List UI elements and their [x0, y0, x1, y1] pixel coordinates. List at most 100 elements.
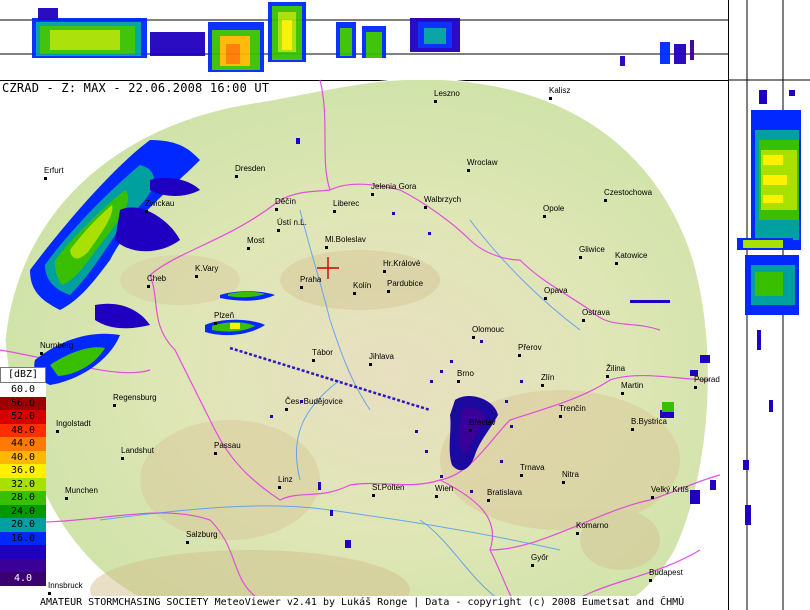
- top-cross-section-panel: [0, 0, 728, 81]
- city-label: Tábor: [312, 348, 333, 357]
- city-label: Wien: [435, 484, 454, 493]
- city-label: Linz: [278, 475, 293, 484]
- city-marker-icon: [195, 275, 198, 278]
- city-marker-icon: [278, 486, 281, 489]
- city-marker-icon: [65, 497, 68, 500]
- city-marker-icon: [372, 494, 375, 497]
- city-marker-icon: [333, 210, 336, 213]
- city-label: Wroclaw: [467, 158, 498, 167]
- city-marker-icon: [285, 408, 288, 411]
- city-marker-icon: [383, 270, 386, 273]
- city-label: Győr: [531, 553, 549, 562]
- city-marker-icon: [549, 97, 552, 100]
- legend-item: 36.0: [0, 464, 46, 478]
- legend-item: 8.0: [0, 558, 46, 572]
- city-label: Komarno: [576, 521, 609, 530]
- city-marker-icon: [649, 579, 652, 582]
- city-label: Ingolstadt: [56, 419, 91, 428]
- city-label: Děčín: [275, 197, 296, 206]
- city-label: Plzeň: [214, 311, 235, 320]
- city-label: Opole: [543, 204, 565, 213]
- legend-item: 44.0: [0, 437, 46, 451]
- city-marker-icon: [312, 359, 315, 362]
- city-marker-icon: [277, 229, 280, 232]
- city-label: Nurnberg: [40, 341, 74, 350]
- city-label: Olomouc: [472, 325, 505, 334]
- city-marker-icon: [531, 564, 534, 567]
- city-label: Zwickau: [145, 199, 175, 208]
- city-marker-icon: [562, 481, 565, 484]
- city-label: Walbrzych: [424, 195, 462, 204]
- city-marker-icon: [325, 246, 328, 249]
- legend-item: 12.0: [0, 545, 46, 559]
- city-marker-icon: [147, 285, 150, 288]
- city-label: Jihlava: [369, 352, 394, 361]
- city-label: Gliwice: [579, 245, 605, 254]
- city-label: Velký Krtíš: [651, 485, 689, 494]
- legend-item: 56.0: [0, 396, 46, 410]
- city-label: B.Bystrica: [631, 417, 668, 426]
- city-label: Ústí n.L.: [277, 218, 307, 227]
- city-label: Nitra: [562, 470, 579, 479]
- city-marker-icon: [44, 177, 47, 180]
- city-label: Opava: [544, 286, 568, 295]
- legend-item: 52.0: [0, 410, 46, 424]
- city-marker-icon: [56, 430, 59, 433]
- city-marker-icon: [487, 499, 490, 502]
- city-label: Czestochowa: [604, 188, 653, 197]
- legend-item: 16.0: [0, 531, 46, 545]
- city-marker-icon: [435, 495, 438, 498]
- city-marker-icon: [214, 452, 217, 455]
- city-label: Dresden: [235, 164, 266, 173]
- city-marker-icon: [113, 404, 116, 407]
- city-label: St.Polten: [372, 483, 405, 492]
- city-marker-icon: [631, 428, 634, 431]
- legend-item: 48.0: [0, 423, 46, 437]
- city-label: Ostrava: [582, 308, 611, 317]
- city-label: Budapest: [649, 568, 683, 577]
- radar-site-crosshair-icon: [317, 257, 339, 279]
- city-marker-icon: [40, 352, 43, 355]
- city-label: Jelenia Gora: [371, 182, 417, 191]
- city-marker-icon: [518, 354, 521, 357]
- city-marker-icon: [235, 175, 238, 178]
- city-marker-icon: [579, 256, 582, 259]
- city-label: Leszno: [434, 89, 460, 98]
- city-marker-icon: [520, 474, 523, 477]
- radar-map[interactable]: [0, 80, 728, 610]
- radar-viewer: Leszno Kalisz Erfurt Dresden Wroclaw Jelenia …: [0, 0, 810, 610]
- city-marker-icon: [544, 297, 547, 300]
- echo-bbystrica: [662, 402, 674, 412]
- city-marker-icon: [467, 169, 470, 172]
- city-label: Passau: [214, 441, 241, 450]
- city-marker-icon: [275, 208, 278, 211]
- city-marker-icon: [214, 322, 217, 325]
- city-label: Trnava: [520, 463, 545, 472]
- legend-item: 24.0: [0, 504, 46, 518]
- city-marker-icon: [621, 392, 624, 395]
- city-marker-icon: [651, 496, 654, 499]
- city-marker-icon: [541, 384, 544, 387]
- map-title: CZRAD - Z: MAX - 22.06.2008 16:00 UT: [2, 81, 270, 95]
- city-label: Cheb: [147, 274, 167, 283]
- legend-item: 28.0: [0, 491, 46, 505]
- city-label: Landshut: [121, 446, 154, 455]
- legend-item: 20.0: [0, 518, 46, 532]
- city-label: Pardubice: [387, 279, 424, 288]
- city-label: Innsbruck: [48, 581, 83, 590]
- city-marker-icon: [604, 199, 607, 202]
- city-label: Salzburg: [186, 530, 218, 539]
- city-label: Poprad: [694, 375, 720, 384]
- city-marker-icon: [576, 532, 579, 535]
- legend-item: 32.0: [0, 477, 46, 491]
- city-label: Liberec: [333, 199, 360, 208]
- legend-item: 40.0: [0, 450, 46, 464]
- city-label: K.Vary: [195, 264, 219, 273]
- city-marker-icon: [457, 380, 460, 383]
- city-marker-icon: [543, 215, 546, 218]
- city-marker-icon: [387, 290, 390, 293]
- city-label: Zlín: [541, 373, 555, 382]
- city-label: Most: [247, 236, 265, 245]
- city-marker-icon: [369, 363, 372, 366]
- city-label: Žilina: [606, 364, 626, 373]
